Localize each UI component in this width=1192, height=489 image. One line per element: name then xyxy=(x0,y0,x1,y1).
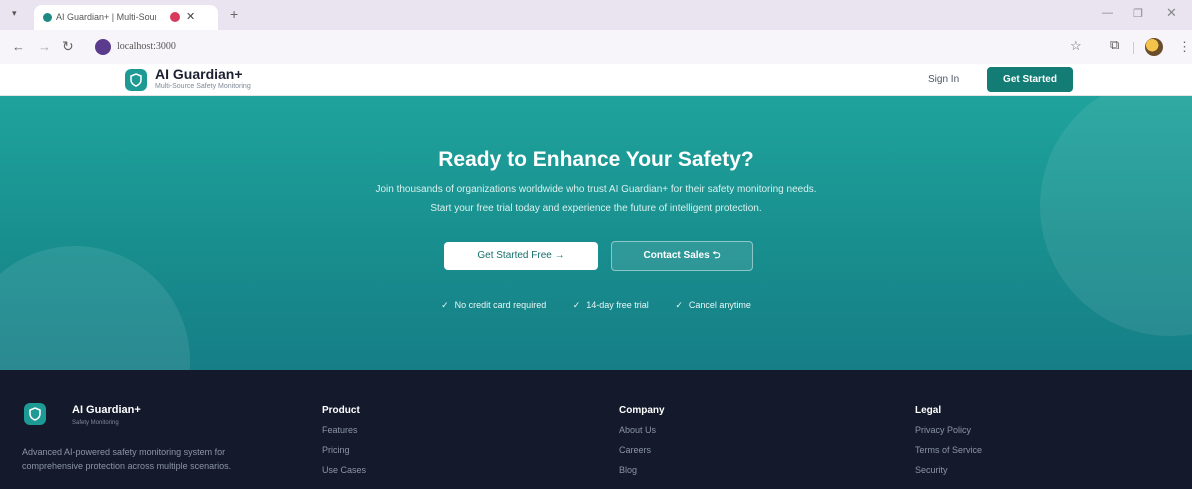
reload-icon[interactable]: ↻ xyxy=(62,38,74,55)
url-text[interactable]: localhost:3000 xyxy=(117,41,176,52)
benefit-label: No credit card required xyxy=(454,300,547,310)
toolbar-divider xyxy=(1133,42,1134,54)
brand-tagline: Multi-Source Safety Monitoring xyxy=(155,83,251,90)
benefit-label: Cancel anytime xyxy=(688,300,751,310)
shield-icon xyxy=(130,73,142,87)
tab-search-chevron-icon[interactable]: ▾ xyxy=(12,8,17,19)
footer-brand-logo[interactable] xyxy=(24,403,46,425)
cta-hero-section: Ready to Enhance Your Safety? Join thous… xyxy=(0,96,1192,370)
site-header: AI Guardian+ Multi-Source Safety Monitor… xyxy=(0,64,1192,96)
hero-description-line: Start your free trial today and experien… xyxy=(430,203,762,214)
footer-link-about-us[interactable]: About Us xyxy=(619,425,665,445)
benefits-list: ✓ No credit card required ✓ 14-day free tr… xyxy=(0,300,1192,311)
check-icon: ✓ xyxy=(572,300,581,310)
hero-title: Ready to Enhance Your Safety? xyxy=(438,148,754,171)
footer-link-pricing[interactable]: Pricing xyxy=(322,445,366,465)
browser-tab[interactable]: AI Guardian+ | Multi-Sourc ✕ xyxy=(34,5,218,30)
get-started-button[interactable]: Get Started xyxy=(987,67,1073,92)
footer-link-careers[interactable]: Careers xyxy=(619,445,665,465)
extensions-icon[interactable]: ⧉ xyxy=(1110,37,1119,53)
browser-tab-bar: ▾ AI Guardian+ | Multi-Sourc ✕ + — ❐ ✕ xyxy=(0,0,1192,30)
footer-link-features[interactable]: Features xyxy=(322,425,366,445)
footer-link-privacy-policy[interactable]: Privacy Policy xyxy=(915,425,982,445)
footer-link-terms-of-service[interactable]: Terms of Service xyxy=(915,445,982,465)
minimize-icon[interactable]: — xyxy=(1102,7,1113,19)
check-icon: ✓ xyxy=(675,300,683,310)
tab-title: AI Guardian+ | Multi-Sourc xyxy=(56,12,156,22)
window-close-icon[interactable]: ✕ xyxy=(1166,5,1177,21)
restore-icon[interactable]: ❐ xyxy=(1133,7,1143,20)
footer-description: Advanced AI-powered safety monitoring sy… xyxy=(22,447,232,471)
profile-avatar-icon[interactable] xyxy=(1145,38,1163,56)
benefit-label: 14-day free trial xyxy=(586,300,649,310)
browser-toolbar: ← → ↻ localhost:3000 ☆ ⧉ ⋮ xyxy=(0,30,1192,64)
sign-in-link[interactable]: Sign In xyxy=(928,74,959,85)
bookmark-star-icon[interactable]: ☆ xyxy=(1070,38,1082,54)
recording-icon xyxy=(170,12,180,22)
benefit-item: ✓ No credit card required xyxy=(441,300,546,311)
footer-link-use-cases[interactable]: Use Cases xyxy=(322,465,366,485)
brand-logo[interactable] xyxy=(125,69,147,91)
footer-column-heading: Legal xyxy=(915,405,942,416)
check-icon: ✓ xyxy=(441,300,449,310)
footer-link-blog[interactable]: Blog xyxy=(619,465,665,485)
footer-column-legal: Legal Privacy Policy Terms of Service Se… xyxy=(915,405,982,485)
forward-arrow-icon[interactable]: → xyxy=(38,39,51,54)
contact-sales-button[interactable]: Contact Sales ⮌ xyxy=(611,241,753,271)
brand-name[interactable]: AI Guardian+ xyxy=(155,66,243,82)
site-footer: AI Guardian+ Safety Monitoring Advanced … xyxy=(0,370,1192,489)
footer-column-product: Product Features Pricing Use Cases xyxy=(322,405,366,485)
footer-column-heading: Product xyxy=(322,405,360,416)
site-favicon-icon xyxy=(43,13,52,22)
footer-brand-name: AI Guardian+ xyxy=(72,404,141,416)
footer-brand-tagline: Safety Monitoring xyxy=(72,420,119,426)
get-started-free-button[interactable]: Get Started Free → xyxy=(444,242,598,270)
footer-column-heading: Company xyxy=(619,405,665,416)
back-arrow-icon[interactable]: ← xyxy=(12,39,25,54)
address-bar[interactable]: localhost:3000 xyxy=(88,35,968,59)
benefit-item: ✓ Cancel anytime xyxy=(675,300,751,311)
more-menu-icon[interactable]: ⋮ xyxy=(1178,39,1191,55)
footer-link-security[interactable]: Security xyxy=(915,465,982,485)
footer-column-company: Company About Us Careers Blog xyxy=(619,405,665,485)
benefit-item: ✓ 14-day free trial xyxy=(573,300,649,311)
shield-icon xyxy=(29,407,41,421)
tab-close-icon[interactable]: ✕ xyxy=(186,10,195,23)
hero-description-line: Join thousands of organizations worldwid… xyxy=(375,184,817,195)
site-info-icon[interactable] xyxy=(95,39,111,55)
new-tab-icon[interactable]: + xyxy=(230,6,238,22)
